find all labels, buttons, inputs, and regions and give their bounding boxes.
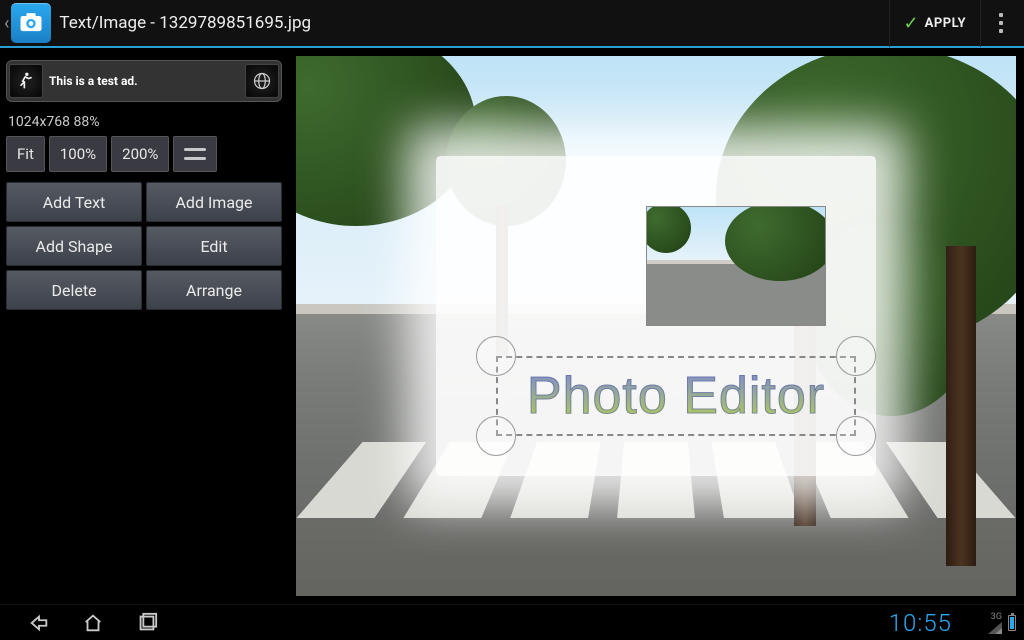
resize-handle-bottom-right[interactable] (836, 416, 876, 456)
sidebar: This is a test ad. 1024x768 88% Fit 100%… (0, 48, 288, 604)
add-shape-button[interactable]: Add Shape (6, 226, 142, 266)
action-bar: ‹ Text/Image - 1329789851695.jpg ✓ APPLY (0, 0, 1024, 48)
add-image-button[interactable]: Add Image (146, 182, 282, 222)
nav-recent-button[interactable] (120, 605, 174, 640)
photo-canvas[interactable]: Photo Editor (296, 56, 1016, 596)
nav-back-button[interactable] (12, 605, 66, 640)
zoom-controls: Fit 100% 200% (6, 136, 282, 172)
delete-button[interactable]: Delete (6, 270, 142, 310)
battery-icon (1008, 615, 1016, 631)
status-clock: 10:55 (889, 605, 952, 640)
ad-text: This is a test ad. (49, 74, 239, 88)
resize-handle-bottom-left[interactable] (476, 416, 516, 456)
edit-button[interactable]: Edit (146, 226, 282, 266)
zoom-100-button[interactable]: 100% (49, 136, 107, 172)
arrange-button[interactable]: Arrange (146, 270, 282, 310)
nav-home-button[interactable] (66, 605, 120, 640)
image-info: 1024x768 88% (8, 114, 280, 130)
sliders-icon (184, 147, 206, 161)
overflow-menu-button[interactable] (980, 0, 1020, 47)
add-text-button[interactable]: Add Text (6, 182, 142, 222)
resize-handle-top-right[interactable] (836, 336, 876, 376)
apply-button[interactable]: ✓ APPLY (889, 0, 980, 47)
apply-label: APPLY (925, 16, 966, 31)
zoom-fit-button[interactable]: Fit (6, 136, 45, 172)
zoom-settings-button[interactable] (173, 136, 217, 172)
network-type-label: 3G (991, 613, 1002, 622)
globe-icon (245, 64, 279, 98)
ad-banner[interactable]: This is a test ad. (6, 60, 282, 102)
system-nav-bar: 10:55 3G (0, 604, 1024, 640)
signal-icon (988, 622, 1002, 634)
resize-handle-top-left[interactable] (476, 336, 516, 376)
status-icons: 3G (988, 605, 1016, 640)
selection-bounds (496, 356, 856, 436)
text-object-selected[interactable]: Photo Editor (496, 356, 856, 436)
app-icon (11, 3, 51, 43)
tool-buttons: Add Text Add Image Add Shape Edit Delete… (6, 182, 282, 310)
exit-run-icon (9, 64, 43, 98)
canvas-area[interactable]: Photo Editor (288, 48, 1024, 604)
zoom-200-button[interactable]: 200% (111, 136, 169, 172)
back-button[interactable]: ‹ Text/Image - 1329789851695.jpg (0, 0, 319, 47)
page-title: Text/Image - 1329789851695.jpg (59, 13, 311, 33)
more-vertical-icon (999, 13, 1003, 33)
check-icon: ✓ (904, 13, 919, 34)
inserted-image-object[interactable] (646, 206, 826, 326)
chevron-left-icon: ‹ (4, 13, 9, 34)
